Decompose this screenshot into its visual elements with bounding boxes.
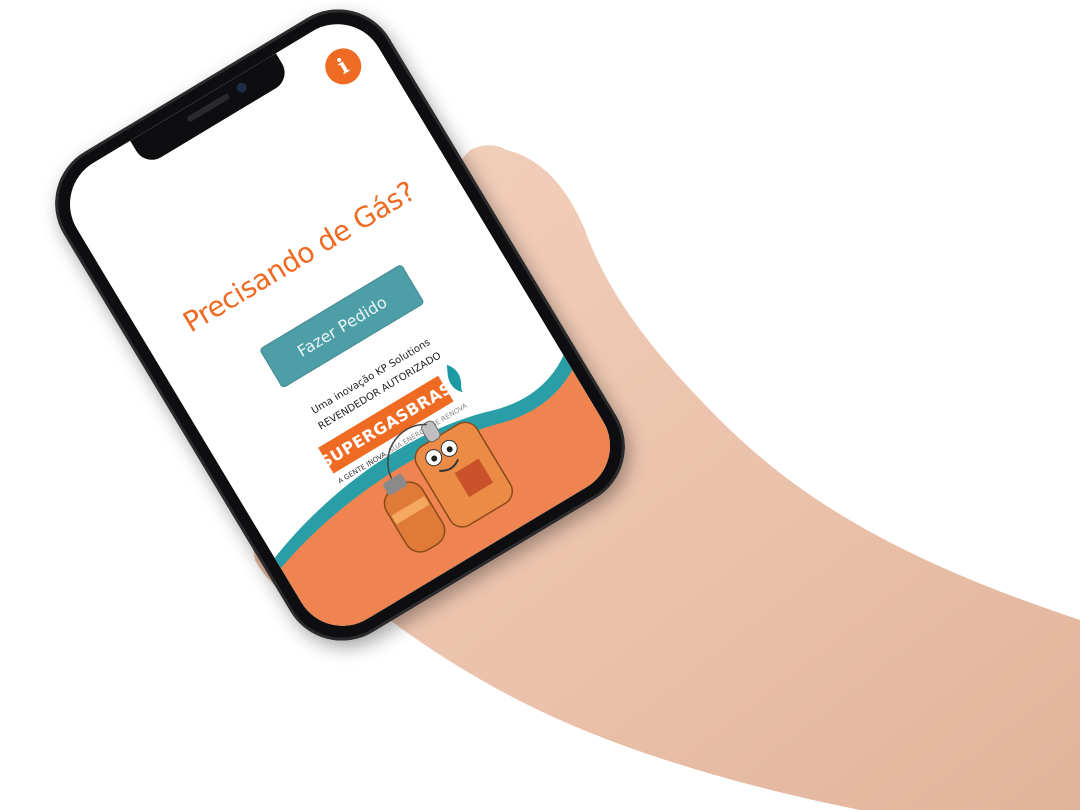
speaker-grille [186,92,231,123]
scene: i Precisando de Gás? Fazer Pedido Uma in… [0,0,1080,810]
info-icon[interactable]: i [318,41,368,92]
front-camera [234,80,249,95]
